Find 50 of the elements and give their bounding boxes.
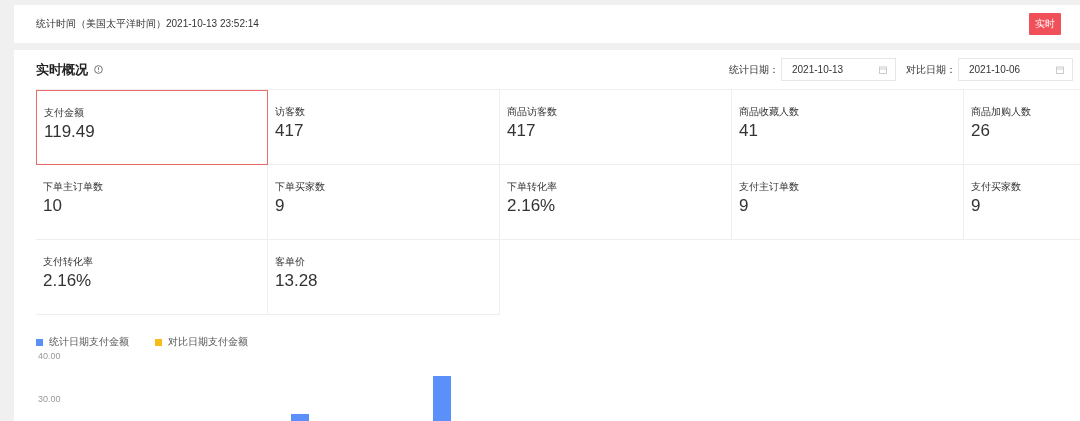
metric-label: 支付主订单数 xyxy=(739,180,799,194)
metric-card[interactable]: 下单买家数 9 xyxy=(268,165,500,240)
metric-label: 商品访客数 xyxy=(507,105,557,119)
metric-value: 119.49 xyxy=(44,122,95,142)
metric-card[interactable]: 下单转化率 2.16% xyxy=(500,165,732,240)
metric-value: 10 xyxy=(43,196,62,216)
metric-value: 417 xyxy=(275,121,304,141)
date-field[interactable]: 2021-10-13 xyxy=(781,58,896,81)
metric-label: 下单转化率 xyxy=(507,180,557,194)
metric-value: 13.28 xyxy=(275,271,318,291)
section-title: 实时概况 xyxy=(36,60,88,79)
calendar-icon xyxy=(879,65,887,74)
metric-label: 支付转化率 xyxy=(43,255,93,269)
metric-value: 9 xyxy=(971,196,981,216)
metric-value: 9 xyxy=(739,196,749,216)
metric-value: 2.16% xyxy=(507,196,556,216)
metric-value: 2.16% xyxy=(43,271,92,291)
metric-label: 下单买家数 xyxy=(275,180,325,194)
metric-card[interactable]: 支付金额 119.49 xyxy=(36,90,268,165)
metric-card[interactable]: 客单价 13.28 xyxy=(268,240,500,315)
calendar-icon xyxy=(1056,65,1064,74)
metric-card[interactable]: 支付买家数 9 xyxy=(964,165,1080,240)
date-label: 对比日期： xyxy=(906,62,956,77)
metric-value: 417 xyxy=(507,121,536,141)
date-label: 统计日期： xyxy=(729,62,779,77)
metric-card[interactable]: 支付转化率 2.16% xyxy=(36,240,268,315)
axis-label: 30.00 xyxy=(38,394,61,404)
metric-card[interactable]: 商品加购人数 26 xyxy=(964,90,1080,165)
metric-card[interactable]: 商品收藏人数 41 xyxy=(732,90,964,165)
metric-card[interactable]: 支付主订单数 9 xyxy=(732,165,964,240)
metric-card[interactable]: 商品访客数 417 xyxy=(500,90,732,165)
legend-label[interactable]: 统计日期支付金额 xyxy=(49,335,129,349)
metric-value: 26 xyxy=(971,121,990,141)
metric-value: 41 xyxy=(739,121,758,141)
metric-label: 下单主订单数 xyxy=(43,180,103,194)
metric-card[interactable]: 下单主订单数 10 xyxy=(36,165,268,240)
metric-label: 商品加购人数 xyxy=(971,105,1031,119)
date-field[interactable]: 2021-10-06 xyxy=(958,58,1073,81)
axis-label: 40.00 xyxy=(38,351,61,361)
stat-time-text: 统计时间（美国太平洋时间）2021-10-13 23:52:14 xyxy=(36,17,259,31)
metric-label: 访客数 xyxy=(275,105,305,119)
metric-value: 9 xyxy=(275,196,285,216)
metric-card[interactable]: 访客数 417 xyxy=(268,90,500,165)
realtime-badge: 实时 xyxy=(1029,13,1061,35)
legend-label[interactable]: 对比日期支付金额 xyxy=(168,335,248,349)
help-icon[interactable] xyxy=(94,65,103,74)
metric-label: 商品收藏人数 xyxy=(739,105,799,119)
metric-label: 支付金额 xyxy=(44,106,84,120)
metric-label: 支付买家数 xyxy=(971,180,1021,194)
metric-label: 客单价 xyxy=(275,255,305,269)
